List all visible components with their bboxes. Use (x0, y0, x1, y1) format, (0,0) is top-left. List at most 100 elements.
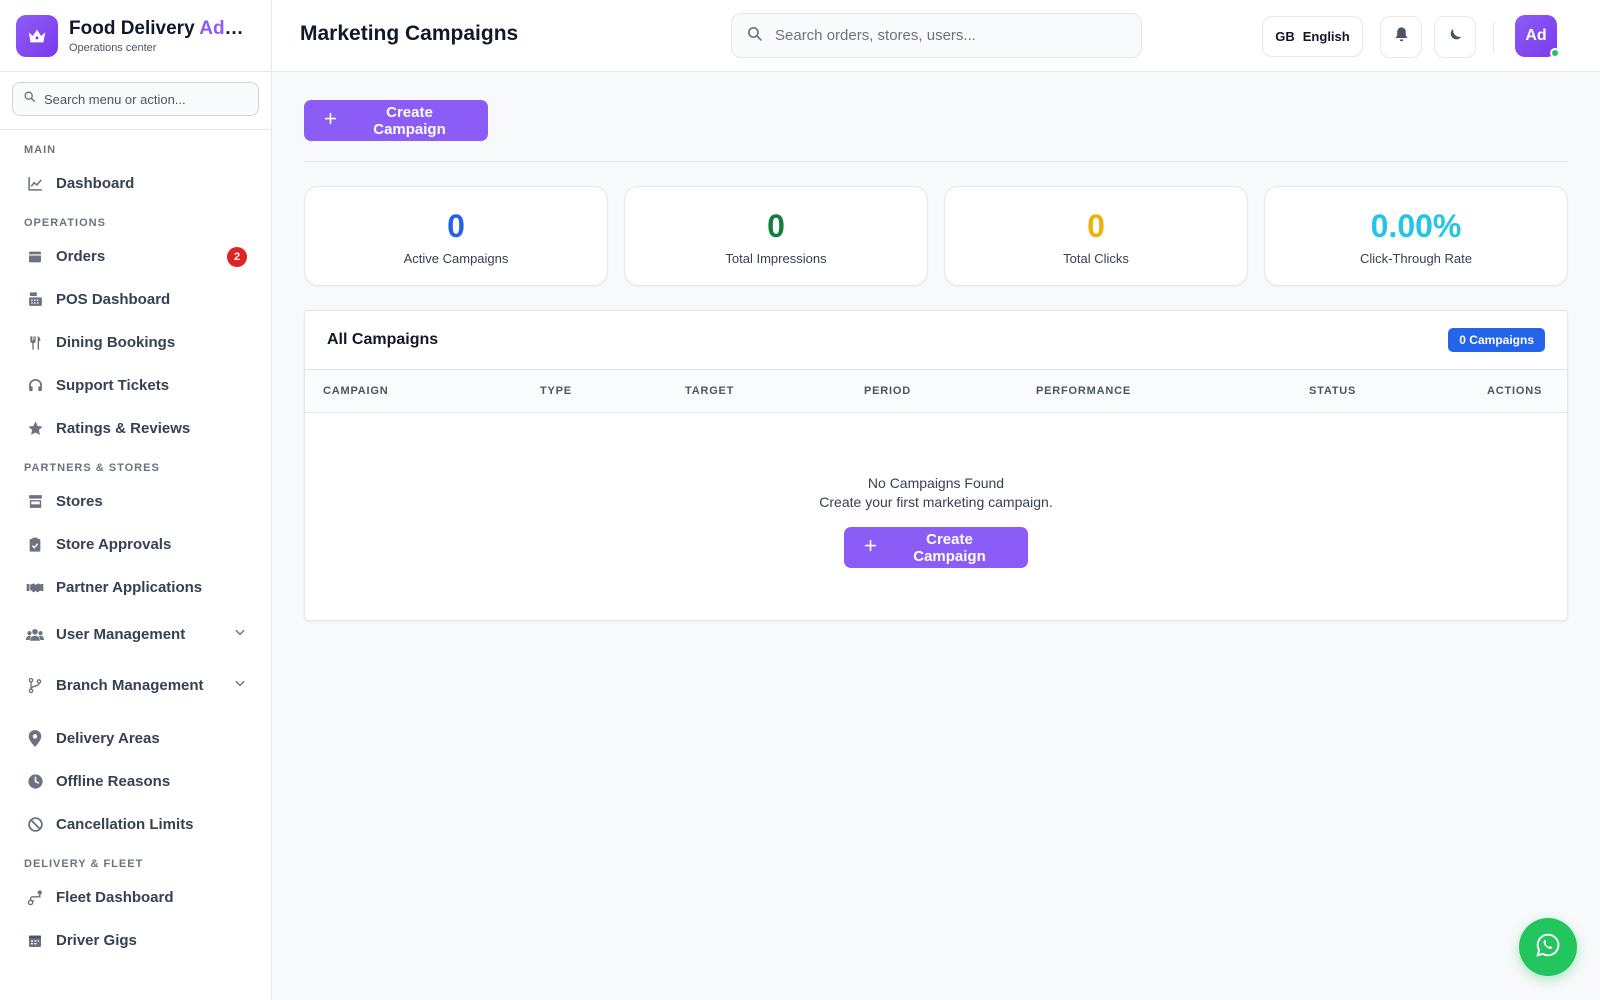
whatsapp-chat-button[interactable] (1519, 918, 1577, 976)
clipboard-check-icon (26, 536, 44, 554)
handshake-icon (26, 579, 44, 597)
sidebar-item-partner-applications[interactable]: Partner Applications (0, 566, 271, 609)
sidebar-item-dining-bookings[interactable]: Dining Bookings (0, 321, 271, 364)
sidebar-item-label: Delivery Areas (56, 730, 160, 747)
star-icon (26, 420, 44, 438)
stat-label: Active Campaigns (403, 250, 509, 266)
avatar-initials: Ad (1525, 27, 1547, 44)
sidebar-item-label: Cancellation Limits (56, 816, 194, 833)
whatsapp-icon (1535, 932, 1561, 963)
sidebar-item-label: Branch Management (56, 677, 204, 694)
online-status-dot (1550, 48, 1560, 58)
stat-card-total-impressions: 0 Total Impressions (624, 186, 928, 286)
sidebar-item-dashboard[interactable]: Dashboard (0, 162, 271, 205)
search-icon (746, 25, 763, 47)
stat-card-total-clicks: 0 Total Clicks (944, 186, 1248, 286)
column-header-type[interactable]: TYPE (540, 385, 572, 397)
sidebar-item-label: Stores (56, 493, 103, 510)
sidebar-item-label: Dining Bookings (56, 334, 176, 351)
plus-icon (324, 112, 337, 129)
sidebar-item-support-tickets[interactable]: Support Tickets (0, 364, 271, 407)
sidebar-item-user-management[interactable]: User Management (0, 609, 271, 660)
empty-create-campaign-button[interactable]: Create Campaign (844, 527, 1028, 568)
sidebar-item-stores[interactable]: Stores (0, 480, 271, 523)
sidebar-item-store-approvals[interactable]: Store Approvals (0, 523, 271, 566)
sidebar-item-label: Fleet Dashboard (56, 889, 174, 906)
search-icon (23, 90, 36, 108)
stat-card-active-campaigns: 0 Active Campaigns (304, 186, 608, 286)
map-pin-icon (26, 730, 44, 748)
column-header-actions: ACTIONS (1487, 385, 1543, 397)
card-header: All Campaigns 0 Campaigns (305, 311, 1567, 370)
empty-state-title: No Campaigns Found (867, 475, 1005, 491)
sidebar-search-input[interactable] (44, 91, 234, 107)
sidebar-item-cancellation-limits[interactable]: Cancellation Limits (0, 803, 271, 846)
top-bar: Marketing Campaigns GB English Ad (272, 0, 1600, 72)
create-campaign-label: Create Campaign (913, 530, 986, 565)
sidebar-item-ratings-reviews[interactable]: Ratings & Reviews (0, 407, 271, 450)
notifications-button[interactable] (1380, 16, 1422, 58)
sidebar-item-label: POS Dashboard (56, 291, 171, 308)
crown-logo-icon[interactable] (16, 14, 58, 57)
campaigns-table-card: All Campaigns 0 Campaigns CAMPAIGN TYPE … (304, 310, 1568, 621)
code-branch-icon (26, 677, 44, 695)
language-code: GB (1275, 29, 1295, 44)
sidebar-item-driver-gigs[interactable]: Driver Gigs (0, 919, 271, 962)
global-search[interactable] (731, 13, 1142, 58)
column-header-performance[interactable]: PERFORMANCE (1036, 385, 1131, 397)
utensils-icon (26, 334, 44, 352)
sidebar-item-offline-reasons[interactable]: Offline Reasons (0, 760, 271, 803)
theme-toggle-button[interactable] (1434, 16, 1476, 58)
sidebar-item-label: Driver Gigs (56, 932, 137, 949)
column-header-target[interactable]: TARGET (685, 385, 734, 397)
stat-card-click-through-rate: 0.00% Click-Through Rate (1264, 186, 1568, 286)
create-campaign-label: Create Campaign (373, 103, 446, 138)
sidebar-item-label: Ratings & Reviews (56, 420, 191, 437)
calendar-icon (26, 932, 44, 950)
column-header-status[interactable]: STATUS (1309, 385, 1356, 397)
section-label-fleet: DELIVERY & FLEET (24, 858, 144, 870)
sidebar-item-label: Support Tickets (56, 377, 170, 394)
table-header: CAMPAIGN TYPE TARGET PERIOD PERFORMANCE … (305, 370, 1567, 413)
sidebar-item-delivery-areas[interactable]: Delivery Areas (0, 717, 271, 760)
language-label: English (1302, 29, 1350, 44)
stat-value: 0 (447, 207, 465, 244)
chevron-down-icon[interactable] (233, 625, 247, 644)
chevron-down-icon[interactable] (233, 676, 247, 695)
sidebar-item-label: Partner Applications (56, 579, 203, 596)
route-icon (26, 889, 44, 907)
sidebar-item-orders[interactable]: Orders 2 (0, 235, 271, 278)
sidebar-item-fleet-dashboard[interactable]: Fleet Dashboard (0, 876, 271, 919)
stat-value: 0 (1087, 207, 1105, 244)
sidebar-item-label: Offline Reasons (56, 773, 171, 790)
stats-row: 0 Active Campaigns 0 Total Impressions 0… (304, 186, 1568, 286)
brand-title: Food Delivery Admin (69, 17, 245, 39)
sidebar-item-label: Store Approvals (56, 536, 172, 553)
headset-icon (26, 377, 44, 395)
stat-label: Total Impressions (725, 250, 827, 266)
page-title: Marketing Campaigns (300, 22, 519, 45)
stat-value: 0 (767, 207, 785, 244)
sidebar-item-label: User Management (56, 626, 186, 643)
sidebar-item-branch-management[interactable]: Branch Management (0, 660, 271, 711)
card-title: All Campaigns (327, 331, 439, 348)
section-label-operations: OPERATIONS (24, 217, 106, 229)
section-divider (304, 161, 1568, 162)
empty-state: No Campaigns Found Create your first mar… (305, 413, 1567, 568)
bell-icon (1393, 26, 1410, 48)
sidebar: Food Delivery Admin Operations center MA… (0, 0, 272, 1000)
global-search-input[interactable] (775, 27, 1115, 44)
create-campaign-button[interactable]: Create Campaign (304, 100, 488, 141)
box-icon (26, 248, 44, 266)
store-icon (26, 493, 44, 511)
column-header-campaign[interactable]: CAMPAIGN (323, 385, 388, 397)
stat-label: Click-Through Rate (1360, 250, 1472, 266)
section-label-main: MAIN (24, 144, 57, 156)
avatar[interactable]: Ad (1515, 15, 1560, 58)
column-header-period[interactable]: PERIOD (864, 385, 911, 397)
sidebar-item-pos-dashboard[interactable]: POS Dashboard (0, 278, 271, 321)
sidebar-search[interactable] (12, 82, 259, 116)
brand-subtitle: Operations center (69, 41, 157, 54)
cash-register-icon (26, 291, 44, 309)
language-selector[interactable]: GB English (1262, 16, 1363, 57)
